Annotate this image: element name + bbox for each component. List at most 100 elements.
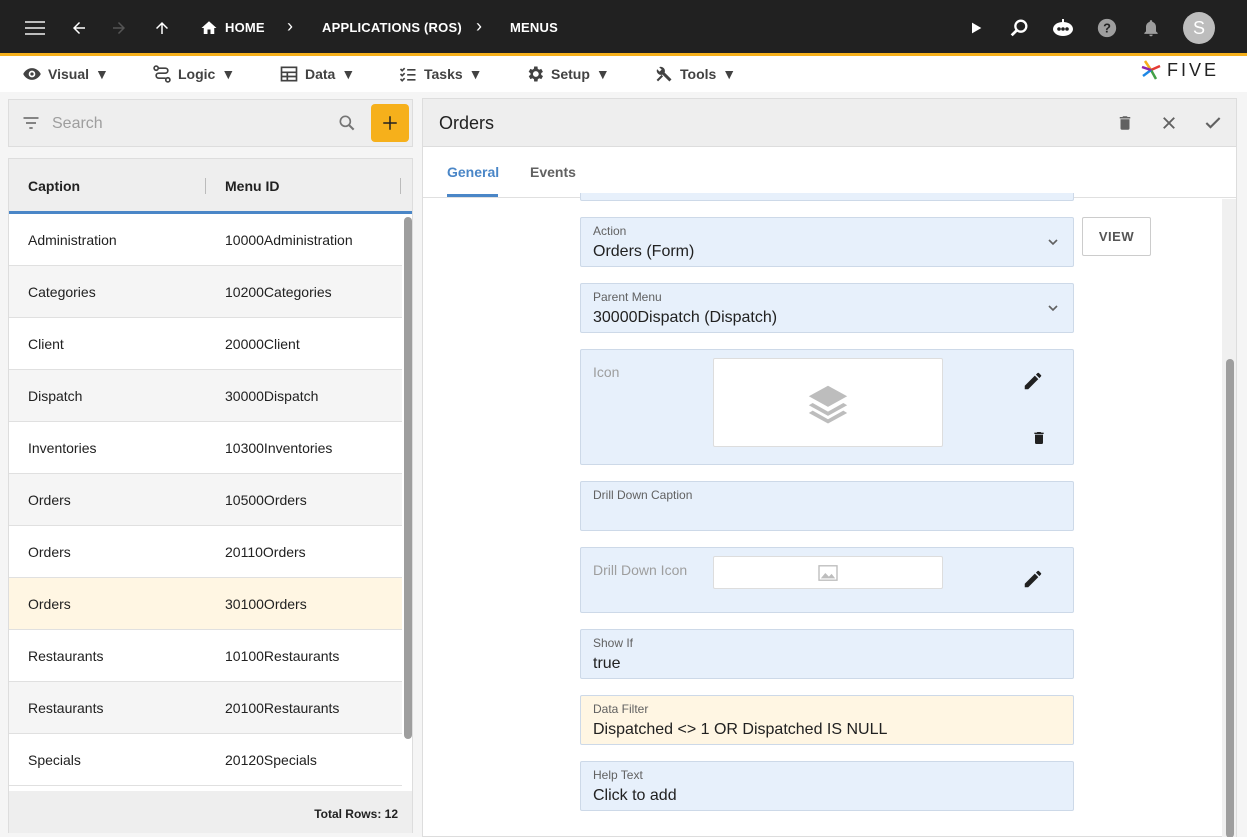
home-icon[interactable] xyxy=(195,14,223,42)
column-header-caption[interactable]: Caption xyxy=(28,178,80,194)
avatar[interactable]: S xyxy=(1183,12,1215,44)
table-row-selected[interactable]: Orders 30100Orders xyxy=(9,578,402,630)
table-row[interactable]: Orders 10500Orders xyxy=(9,474,402,526)
tab-general[interactable]: General xyxy=(447,164,499,180)
table-row[interactable]: Inventories 10300Inventories xyxy=(9,422,402,474)
column-divider xyxy=(400,178,401,194)
menu-visual[interactable]: Visual ▼ xyxy=(22,64,109,84)
edit-icon[interactable] xyxy=(1022,370,1044,397)
help-icon[interactable]: ? xyxy=(1093,14,1121,42)
tab-events[interactable]: Events xyxy=(530,164,576,180)
menu-logic-label: Logic xyxy=(178,66,216,82)
menu-data-label: Data xyxy=(305,66,336,82)
search-input[interactable]: Search xyxy=(52,115,103,133)
row-caption: Dispatch xyxy=(28,388,83,404)
menu-tools[interactable]: Tools ▼ xyxy=(654,64,736,84)
column-header-menu-id[interactable]: Menu ID xyxy=(225,178,279,194)
icon-preview[interactable] xyxy=(713,358,943,447)
menu-data[interactable]: Data ▼ xyxy=(279,64,355,84)
help-text-label: Help Text xyxy=(593,768,643,782)
icon-label: Icon xyxy=(593,364,620,380)
row-caption: Orders xyxy=(28,544,71,560)
save-check-icon[interactable] xyxy=(1201,111,1225,135)
parent-menu-select[interactable]: Parent Menu 30000Dispatch (Dispatch) xyxy=(580,283,1074,333)
back-arrow-icon[interactable] xyxy=(65,14,93,42)
drill-down-icon-preview[interactable] xyxy=(713,556,943,589)
table-row[interactable]: Dispatch 30000Dispatch xyxy=(9,370,402,422)
edit-icon[interactable] xyxy=(1022,568,1044,595)
row-caption: Inventories xyxy=(28,440,97,456)
bot-icon[interactable] xyxy=(1049,14,1077,42)
tasks-icon xyxy=(399,67,416,82)
chevron-right-icon: › xyxy=(287,16,293,36)
plus-icon xyxy=(383,116,397,130)
row-menu-id: 10200Categories xyxy=(225,284,332,300)
data-filter-field[interactable]: Data Filter Dispatched <> 1 OR Dispatche… xyxy=(580,695,1074,745)
icon-field: Icon xyxy=(580,349,1074,465)
total-rows: Total Rows: 12 xyxy=(314,807,398,821)
row-caption: Categories xyxy=(28,284,96,300)
table-row[interactable]: Categories 10200Categories xyxy=(9,266,402,318)
parent-menu-label: Parent Menu xyxy=(593,290,662,304)
form-scrollbar[interactable] xyxy=(1226,359,1234,837)
row-menu-id: 20110Orders xyxy=(225,544,306,560)
breadcrumb-home[interactable]: HOME xyxy=(225,20,265,35)
table-icon xyxy=(280,66,298,82)
row-menu-id: 10300Inventories xyxy=(225,440,333,456)
table-row[interactable]: Orders 20110Orders xyxy=(9,526,402,578)
five-logo-text: FIVE xyxy=(1166,59,1219,80)
five-logo: FIVE xyxy=(1139,58,1219,82)
up-arrow-icon[interactable] xyxy=(148,14,176,42)
eye-icon xyxy=(23,68,41,80)
help-text-field[interactable]: Help Text Click to add xyxy=(580,761,1074,811)
show-if-value: true xyxy=(593,655,621,672)
form-header: Orders xyxy=(423,99,1236,147)
row-menu-id: 20120Specials xyxy=(225,752,317,768)
data-filter-value: Dispatched <> 1 OR Dispatched IS NULL xyxy=(593,721,888,738)
list-header: Caption Menu ID xyxy=(9,159,412,214)
row-caption: Orders xyxy=(28,492,71,508)
table-row[interactable]: Specials 20120Specials xyxy=(9,734,402,786)
delete-icon[interactable] xyxy=(1113,111,1137,135)
row-menu-id: 20000Client xyxy=(225,336,300,352)
table-row[interactable]: Restaurants 10100Restaurants xyxy=(9,630,402,682)
breadcrumb-menus[interactable]: MENUS xyxy=(510,20,558,35)
menu-tools-label: Tools xyxy=(680,66,717,82)
drill-down-caption-field[interactable]: Drill Down Caption xyxy=(580,481,1074,531)
show-if-label: Show If xyxy=(593,636,634,650)
view-button[interactable]: VIEW xyxy=(1082,217,1151,256)
menu-setup[interactable]: Setup ▼ xyxy=(525,64,610,84)
row-caption: Restaurants xyxy=(28,648,104,664)
delete-icon[interactable] xyxy=(1031,428,1047,453)
menu-logic[interactable]: Logic ▼ xyxy=(152,64,235,84)
table-row[interactable]: Administration 10000Administration xyxy=(9,214,402,266)
table-row[interactable]: Client 20000Client xyxy=(9,318,402,370)
search-icon[interactable] xyxy=(337,113,357,133)
row-menu-id: 10000Administration xyxy=(225,232,353,248)
list-scrollbar[interactable] xyxy=(404,217,412,739)
close-icon[interactable] xyxy=(1157,111,1181,135)
filter-icon[interactable] xyxy=(21,113,41,133)
row-menu-id: 30000Dispatch xyxy=(225,388,319,404)
bell-icon[interactable] xyxy=(1137,14,1165,42)
menu-bar: Visual ▼ Logic ▼ Data ▼ Tasks ▼ Setup ▼ Tools… xyxy=(0,56,1247,92)
search-bar: Search xyxy=(8,99,413,147)
menu-tasks[interactable]: Tasks ▼ xyxy=(398,64,483,84)
menu-tasks-label: Tasks xyxy=(424,66,463,82)
top-bar: HOME › APPLICATIONS (ROS) › MENUS ? S xyxy=(0,0,1247,56)
data-filter-label: Data Filter xyxy=(593,702,649,716)
row-menu-id: 10500Orders xyxy=(225,492,307,508)
search-chat-icon[interactable] xyxy=(1005,14,1033,42)
image-icon xyxy=(818,564,838,581)
table-row[interactable]: Restaurants 20100Restaurants xyxy=(9,682,402,734)
action-select[interactable]: Action Orders (Form) xyxy=(580,217,1074,267)
play-icon[interactable] xyxy=(962,14,990,42)
show-if-field[interactable]: Show If true xyxy=(580,629,1074,679)
add-button[interactable] xyxy=(371,104,409,142)
breadcrumb-applications[interactable]: APPLICATIONS (ROS) xyxy=(322,20,462,35)
chevron-down-icon[interactable] xyxy=(1045,300,1061,316)
form-tabs: General Events xyxy=(423,147,1236,198)
chevron-down-icon[interactable] xyxy=(1045,234,1061,250)
hamburger-menu-icon[interactable] xyxy=(21,14,49,42)
forward-arrow-icon[interactable] xyxy=(105,14,133,42)
